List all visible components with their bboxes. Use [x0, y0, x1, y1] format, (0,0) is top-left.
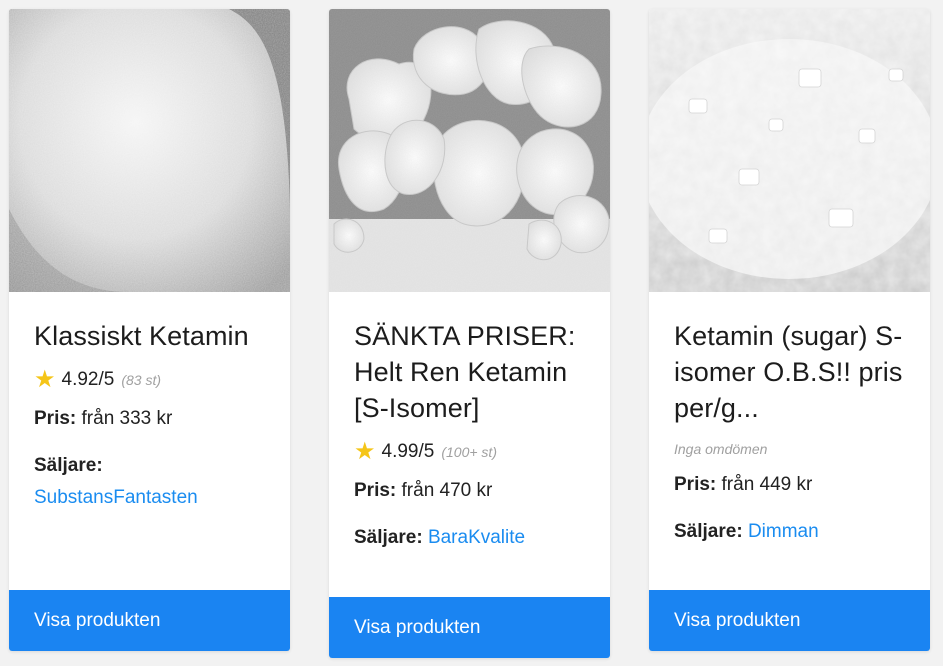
product-image-flakes-icon[interactable] — [649, 9, 930, 292]
seller-label: Säljare: — [34, 455, 103, 476]
price-label: Pris: — [34, 408, 77, 429]
product-image-rocks-icon[interactable] — [329, 9, 610, 292]
price: Pris: från 333 kr — [34, 408, 265, 430]
seller-link[interactable]: BaraKvalite — [428, 527, 525, 548]
product-title[interactable]: SÄNKTA PRISER: Helt Ren Ketamin [S-Isome… — [354, 318, 585, 426]
view-product-button[interactable]: Visa produkten — [649, 590, 930, 651]
rating-count: (83 st) — [121, 372, 162, 388]
price-label: Pris: — [354, 480, 397, 501]
seller-link[interactable]: Dimman — [748, 521, 819, 542]
rating: ★ 4.92/5 (83 st) — [34, 362, 265, 398]
view-product-button[interactable]: Visa produkten — [329, 597, 610, 658]
price: Pris: från 449 kr — [674, 474, 905, 496]
product-card[interactable]: Ketamin (sugar) S-isomer O.B.S!! pris pe… — [649, 9, 930, 651]
product-card[interactable]: SÄNKTA PRISER: Helt Ren Ketamin [S-Isome… — [329, 9, 610, 658]
rating-score: 4.92/5 — [61, 369, 115, 390]
product-card[interactable]: Klassiskt Ketamin ★ 4.92/5 (83 st) Pris:… — [9, 9, 290, 651]
no-reviews-text: Inga omdömen — [674, 441, 768, 457]
price-value: från 333 kr — [81, 408, 173, 429]
view-product-button[interactable]: Visa produkten — [9, 590, 290, 651]
seller-link[interactable]: SubstansFantasten — [34, 487, 198, 508]
product-title[interactable]: Klassiskt Ketamin — [34, 318, 265, 354]
price-value: från 449 kr — [721, 474, 813, 495]
seller: Säljare: BaraKvalite — [354, 522, 585, 554]
seller-label: Säljare: — [354, 527, 423, 548]
price-label: Pris: — [674, 474, 717, 495]
seller-label: Säljare: — [674, 521, 743, 542]
star-icon: ★ — [354, 438, 376, 465]
rating: ★ 4.99/5 (100+ st) — [354, 434, 585, 470]
seller: Säljare: SubstansFantasten — [34, 450, 265, 514]
rating-count: (100+ st) — [441, 444, 497, 460]
star-icon: ★ — [34, 366, 56, 393]
price: Pris: från 470 kr — [354, 480, 585, 502]
product-title[interactable]: Ketamin (sugar) S-isomer O.B.S!! pris pe… — [674, 318, 905, 426]
rating-score: 4.99/5 — [381, 441, 435, 462]
product-image-powder-icon[interactable] — [9, 9, 290, 292]
price-value: från 470 kr — [401, 480, 493, 501]
seller: Säljare: Dimman — [674, 516, 905, 548]
